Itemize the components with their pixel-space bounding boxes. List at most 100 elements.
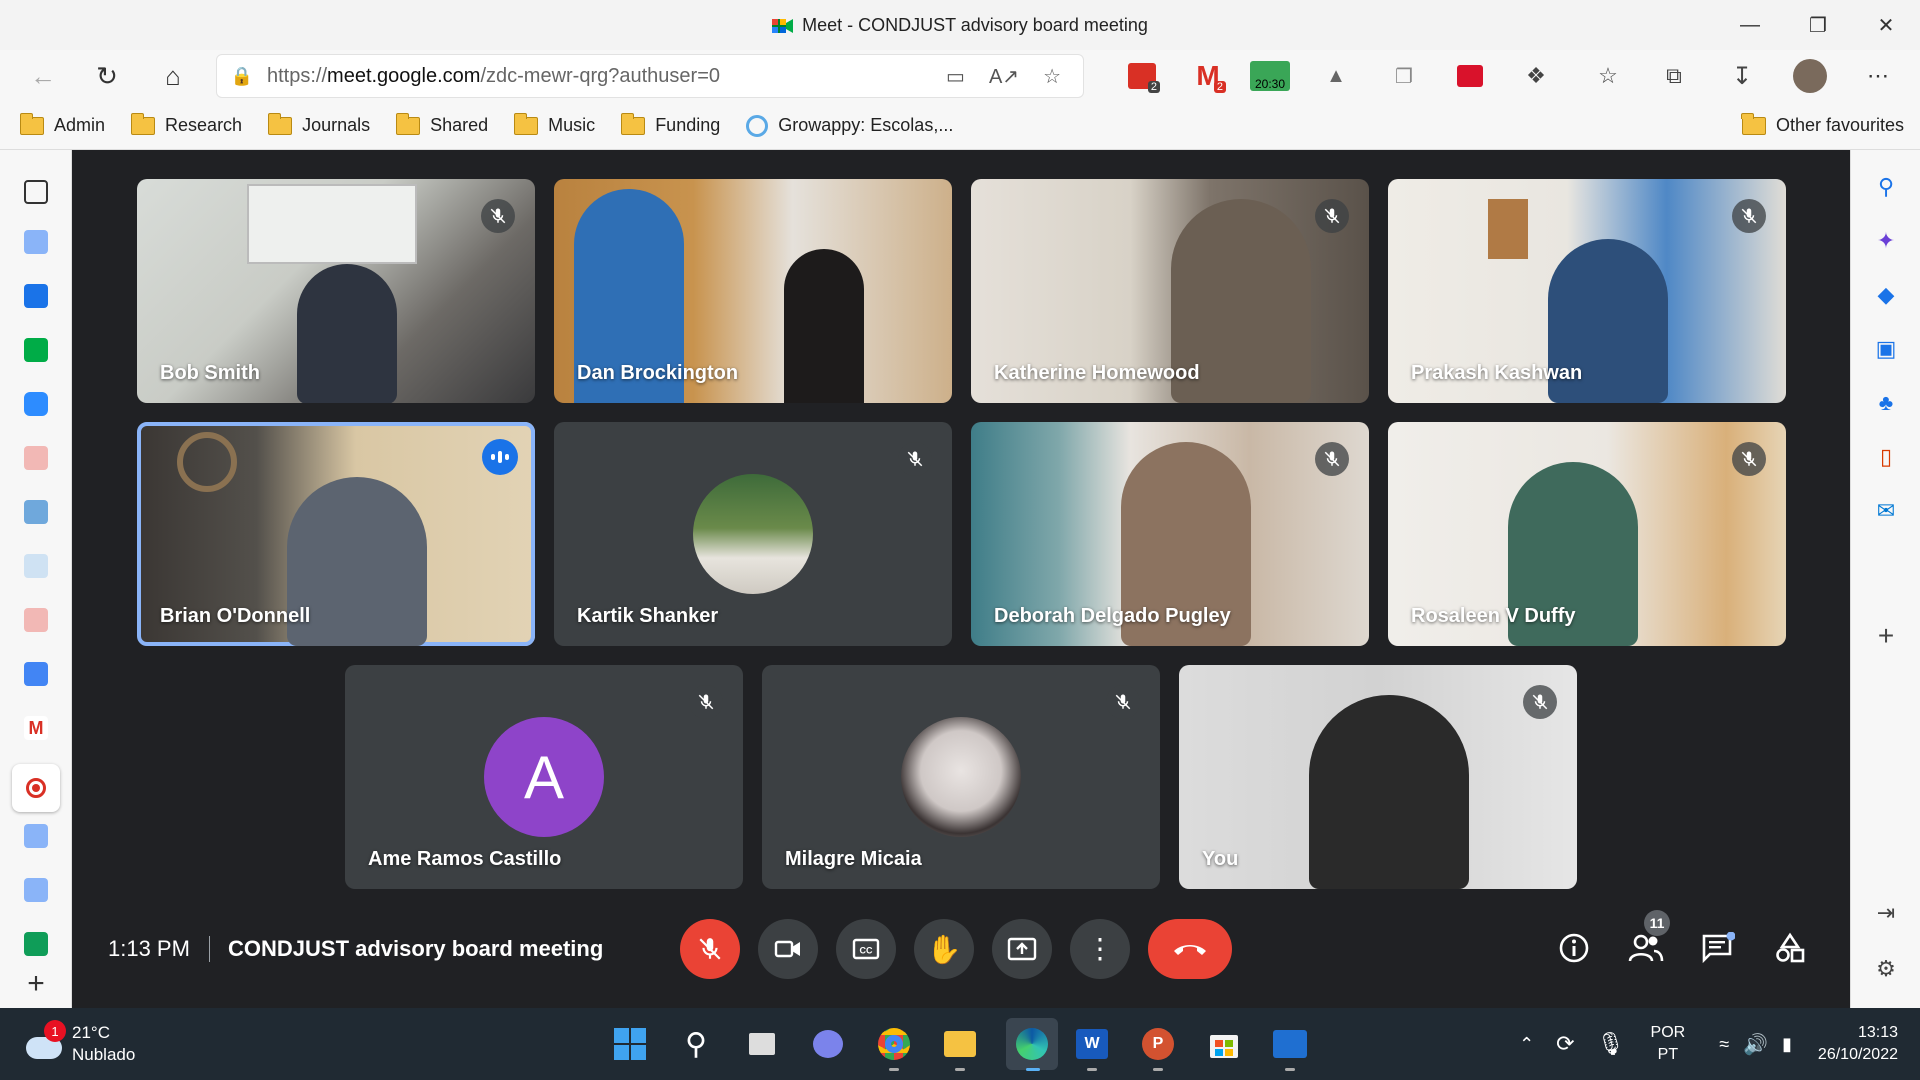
extension-icon[interactable]: ▲ — [1318, 50, 1354, 102]
minimize-button[interactable]: — — [1716, 0, 1784, 50]
hide-sidebar-icon[interactable]: ⇥ — [1873, 900, 1899, 926]
other-favourites[interactable]: Other favourites — [1741, 112, 1904, 136]
clock-extension-icon[interactable]: 20:30 — [1248, 50, 1292, 102]
calendar-extension-icon[interactable]: 2 — [1122, 50, 1162, 102]
tab-sheets-icon[interactable] — [24, 932, 48, 956]
tab-pdf-icon[interactable] — [24, 608, 48, 632]
mendeley-extension-icon[interactable] — [1452, 50, 1488, 102]
collections-extension-icon[interactable]: ❐ — [1386, 50, 1422, 102]
task-view-button[interactable] — [742, 1024, 782, 1064]
tab-calendar-icon[interactable] — [24, 284, 48, 308]
participant-tile[interactable]: Dan Brockington — [554, 179, 952, 403]
fav-journals[interactable]: Journals — [267, 112, 370, 136]
tab-page-icon[interactable] — [24, 554, 48, 578]
games-icon[interactable]: ♣ — [1873, 390, 1899, 416]
add-favourite-icon[interactable]: ☆ — [1043, 64, 1061, 89]
office-icon[interactable]: ▯ — [1873, 444, 1899, 470]
leave-call-button[interactable] — [1148, 919, 1232, 979]
edge-taskbar-button[interactable] — [1006, 1018, 1058, 1071]
participant-tile[interactable]: Bob Smith — [137, 179, 535, 403]
word-taskbar-button[interactable]: W — [1072, 1024, 1112, 1071]
settings-more-icon[interactable]: ⋯ — [1858, 50, 1898, 102]
close-window-button[interactable]: ✕ — [1852, 0, 1920, 50]
address-bar[interactable]: 🔒 https://meet.google.com/zdc-mewr-qrg?a… — [216, 54, 1084, 98]
tab-docs-icon[interactable] — [24, 230, 48, 254]
wifi-icon[interactable]: ≈ — [1719, 1034, 1729, 1055]
tab-vk-icon[interactable] — [24, 500, 48, 524]
tab-docs-icon[interactable] — [24, 824, 48, 848]
refresh-icon[interactable]: ↻ — [80, 50, 134, 102]
tab-recording-active-icon[interactable] — [12, 764, 60, 812]
fav-shared[interactable]: Shared — [395, 112, 488, 136]
restore-button[interactable]: ❐ — [1784, 0, 1852, 50]
fav-music[interactable]: Music — [513, 112, 595, 136]
home-icon[interactable]: ⌂ — [146, 50, 200, 102]
chrome-taskbar-button[interactable] — [874, 1024, 914, 1071]
add-sidebar-icon[interactable]: + — [1873, 620, 1899, 651]
search-icon[interactable]: ⚲ — [1873, 174, 1899, 200]
more-options-button[interactable]: ⋮ — [1070, 919, 1130, 979]
shopping-tag-icon[interactable]: ◆ — [1873, 282, 1899, 308]
volume-icon[interactable]: 🔊 — [1743, 1032, 1768, 1057]
favourites-icon[interactable]: ☆ — [1590, 50, 1626, 102]
camera-toggle-button[interactable] — [758, 919, 818, 979]
tab-actions-icon[interactable] — [24, 180, 48, 204]
profile-avatar[interactable] — [1790, 50, 1830, 102]
taskbar-clock[interactable]: 13:13 26/10/2022 — [1818, 1022, 1898, 1066]
fav-funding[interactable]: Funding — [620, 112, 720, 136]
outlook-icon[interactable]: ✉ — [1873, 498, 1899, 524]
participant-tile[interactable]: Rosaleen V Duffy — [1388, 422, 1786, 646]
file-explorer-button[interactable] — [940, 1024, 980, 1071]
sync-icon[interactable]: ⟳ — [1556, 1031, 1574, 1057]
chat-button[interactable] — [1698, 928, 1738, 968]
whiteboard-taskbar-button[interactable] — [1270, 1024, 1310, 1071]
language-indicator[interactable]: POR PT — [1651, 1022, 1686, 1066]
participant-tile[interactable]: Milagre Micaia — [762, 665, 1160, 889]
microphone-icon[interactable]: 🎙 — [1597, 1031, 1625, 1057]
battery-icon[interactable]: ▮ — [1782, 1034, 1792, 1055]
show-hidden-icons-chevron-icon[interactable]: ⌃ — [1519, 1034, 1534, 1055]
fav-research[interactable]: Research — [130, 112, 242, 136]
tab-zoom-icon[interactable] — [24, 392, 48, 416]
read-aloud-icon[interactable]: A↗ — [989, 64, 1019, 89]
url-text[interactable]: https://meet.google.com/zdc-mewr-qrg?aut… — [267, 65, 946, 88]
collections-icon[interactable]: ⧉ — [1656, 50, 1692, 102]
discover-sparkle-icon[interactable]: ✦ — [1873, 228, 1899, 254]
lock-icon[interactable]: 🔒 — [217, 66, 267, 87]
participant-tile[interactable]: Prakash Kashwan — [1388, 179, 1786, 403]
participant-tile[interactable]: Katherine Homewood — [971, 179, 1369, 403]
people-button[interactable]: 11 — [1626, 910, 1670, 968]
fav-admin[interactable]: Admin — [19, 112, 105, 136]
back-arrow-icon[interactable]: ← — [16, 50, 70, 102]
powerpoint-taskbar-button[interactable]: P — [1138, 1024, 1178, 1071]
participant-tile-speaking[interactable]: Brian O'Donnell — [137, 422, 535, 646]
gmail-extension-icon[interactable]: M 2 — [1188, 50, 1228, 102]
tools-icon[interactable]: ▣ — [1873, 336, 1899, 362]
tab-pdf-icon[interactable] — [24, 446, 48, 470]
participant-tile[interactable]: A Ame Ramos Castillo — [345, 665, 743, 889]
new-tab-icon[interactable]: + — [24, 969, 48, 999]
taskbar-search-button[interactable]: ⚲ — [676, 1024, 716, 1064]
tab-docs-icon[interactable] — [24, 662, 48, 686]
activities-button[interactable] — [1770, 928, 1810, 968]
fav-growappy[interactable]: Growappy: Escolas,... — [746, 114, 953, 137]
extensions-puzzle-icon[interactable]: ❖ — [1518, 50, 1554, 102]
camera-permission-icon[interactable]: ▭ — [946, 64, 965, 89]
tab-meet-icon[interactable] — [24, 338, 48, 362]
meeting-details-button[interactable] — [1554, 928, 1594, 968]
downloads-icon[interactable]: ↧ — [1724, 50, 1760, 102]
captions-button[interactable]: CC — [836, 919, 896, 979]
weather-widget[interactable]: 21°C Nublado — [26, 1022, 135, 1066]
tab-docs-icon[interactable] — [24, 878, 48, 902]
sidebar-settings-icon[interactable]: ⚙ — [1873, 956, 1899, 982]
raise-hand-button[interactable]: ✋ — [914, 919, 974, 979]
present-screen-button[interactable] — [992, 919, 1052, 979]
microphone-toggle-button[interactable] — [680, 919, 740, 979]
teams-chat-button[interactable] — [808, 1024, 848, 1064]
participant-tile[interactable]: Kartik Shanker — [554, 422, 952, 646]
participant-tile[interactable]: Deborah Delgado Pugley — [971, 422, 1369, 646]
tab-gmail-icon[interactable]: M — [24, 716, 48, 740]
store-taskbar-button[interactable] — [1204, 1024, 1244, 1064]
participant-tile-self[interactable]: You — [1179, 665, 1577, 889]
start-button[interactable] — [610, 1024, 650, 1064]
